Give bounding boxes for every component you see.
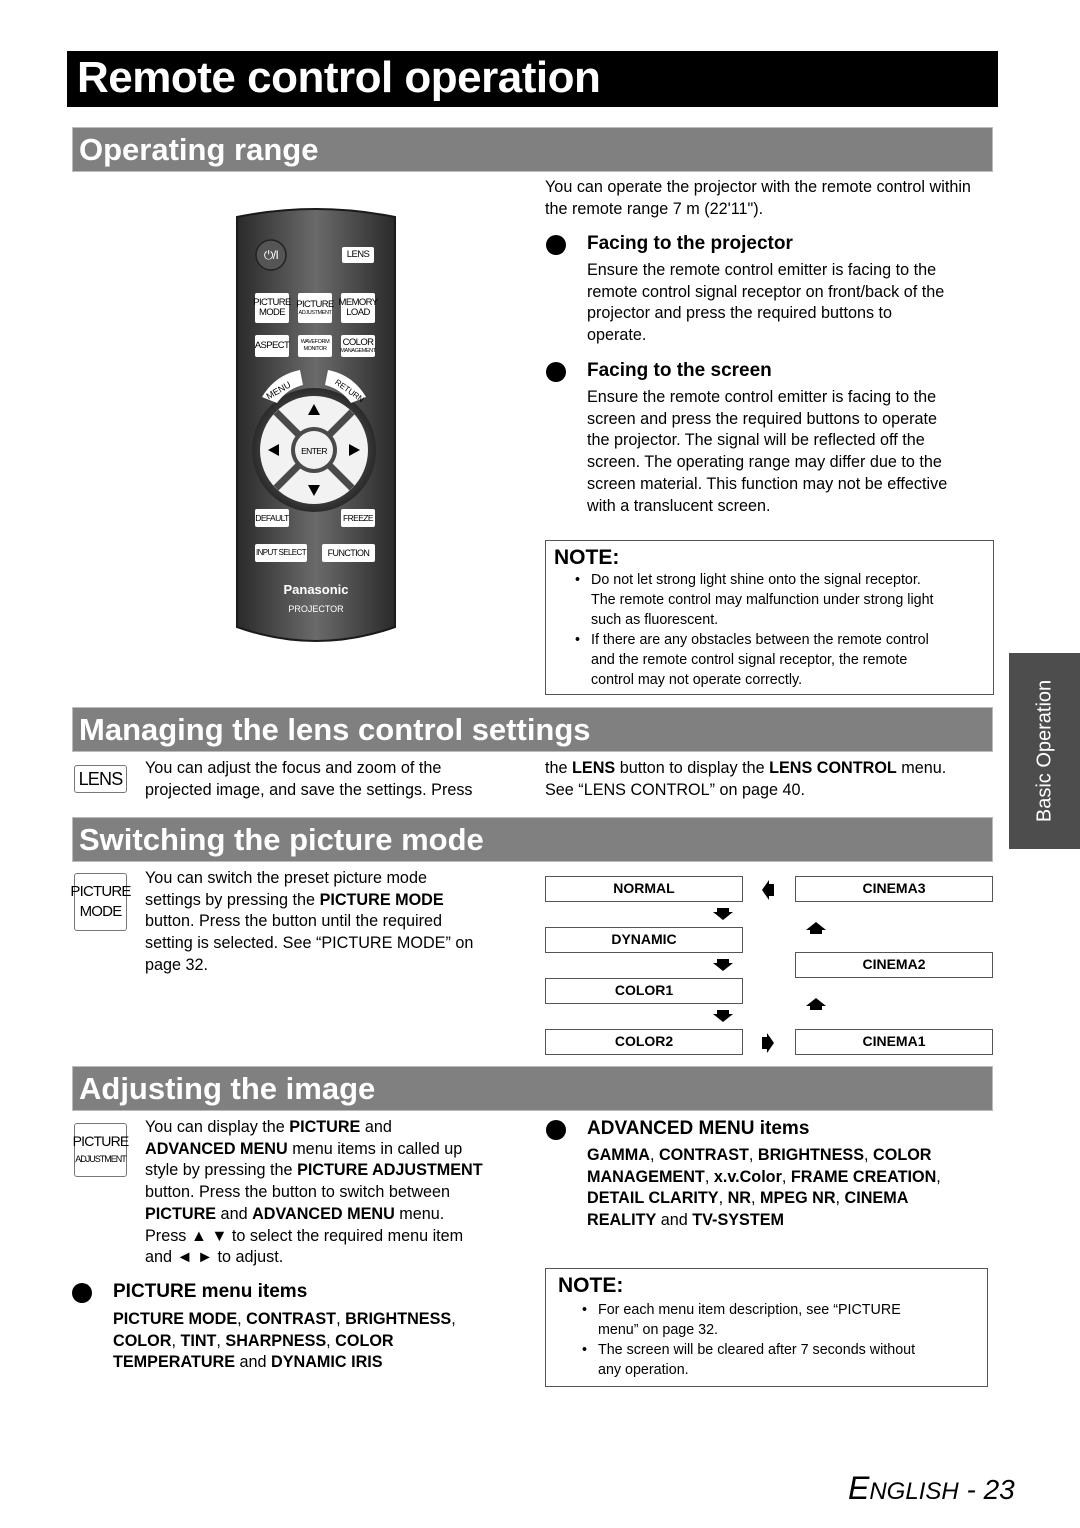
page-number: 23 [983,1474,1015,1505]
section-header-adjusting-image: Adjusting the image [72,1066,993,1111]
bullet-icon [546,235,566,255]
operating-range-intro: You can operate the projector with the r… [545,178,971,218]
remote-memory-load-button: MEMORY LOAD [339,293,378,323]
picture-menu-items: PICTURE MODE, CONTRAST, BRIGHTNESS, COLO… [113,1310,456,1372]
adjusting-text: You can display the PICTURE and ADVANCED… [145,1118,483,1267]
bullet-icon [72,1283,92,1303]
arrow-down-icon [713,1010,733,1022]
remote-picture-mode-button: PICTURE MODE [253,293,291,323]
arrow-left-icon [762,880,774,900]
lens-text-right: the LENS button to display the LENS CONT… [545,759,947,799]
bullet-heading-facing-projector: Facing to the projector [587,233,793,254]
note-item: • For each menu item description, see “P… [582,1302,901,1338]
mode-box-cinema3: CINEMA3 [795,876,993,902]
remote-control-illustration: MENU RETURN ENTER ⏻/I LENS PICTURE MODE P… [235,207,397,647]
note-title: NOTE: [558,1274,624,1297]
bullet-body-facing-projector: Ensure the remote control emitter is fac… [587,261,945,345]
remote-enter-label: ENTER [301,446,327,456]
section-header-operating-range: Operating range [72,127,993,172]
picture-mode-text: You can switch the preset picture mode s… [145,869,474,974]
side-tab-basic-operation: Basic Operation [1009,653,1080,849]
remote-power-button: ⏻/I [263,248,279,262]
arrow-down-icon [713,959,733,971]
remote-lens-button: LENS [342,247,374,263]
bullet-heading-advanced-menu: ADVANCED MENU items [587,1118,810,1139]
remote-model-label: PROJECTOR [288,604,344,614]
footer-language: ENGLISH [848,1470,959,1506]
remote-input-select-button: INPUT SELECT [255,544,307,562]
mode-box-color1: COLOR1 [545,978,743,1004]
remote-color-management-button: COLOR MANAGEMENT [340,335,376,357]
bullet-icon [546,362,566,382]
page-footer: ENGLISH - 23 [848,1470,1015,1506]
picture-adjustment-key-icon: PICTURE ADJUSTMENT [73,1123,129,1177]
bullet-body-facing-screen: Ensure the remote control emitter is fac… [587,388,948,515]
mode-box-normal: NORMAL [545,876,743,902]
remote-function-button: FUNCTION [322,544,375,562]
remote-aspect-button: ASPECT [255,335,290,357]
note-list: • Do not let strong light shine onto the… [575,570,991,690]
bullet-icon [546,1120,566,1140]
remote-default-button: DEFAULT [255,509,289,527]
side-tab-label: Basic Operation [1033,679,1055,823]
note-box-adjusting: NOTE: • For each menu item description, … [545,1268,988,1387]
section-header-lens-control: Managing the lens control settings [72,707,993,752]
advanced-menu-items: GAMMA, CONTRAST, BRIGHTNESS, COLOR MANAG… [587,1146,941,1230]
section-header-picture-mode: Switching the picture mode [72,817,993,862]
bullet-heading-facing-screen: Facing to the screen [587,360,772,381]
lens-key-icon: LENS [74,765,127,793]
picture-mode-key-icon: PICTURE MODE [70,873,131,931]
remote-brand-logo: Panasonic [283,582,349,597]
bullet-heading-picture-menu: PICTURE menu items [113,1281,308,1302]
arrow-up-icon [806,922,826,934]
note-item: • The screen will be cleared after 7 sec… [582,1342,916,1378]
mode-box-cinema1: CINEMA1 [795,1029,993,1055]
remote-picture-adjustment-button: PICTURE ADJUSTMENT [296,293,334,323]
page-title: Remote control operation [67,51,998,107]
mode-box-dynamic: DYNAMIC [545,927,743,953]
note-box-operating-range: NOTE: • Do not let strong light shine on… [545,540,994,695]
arrow-up-icon [806,998,826,1010]
note-item: • If there are any obstacles between the… [575,632,929,688]
note-item: • Do not let strong light shine onto the… [575,572,934,628]
arrow-right-icon [762,1033,774,1053]
remote-body: MENU RETURN ENTER [236,208,396,642]
remote-waveform-monitor-button: WAVEFORM MONITOR [298,335,332,357]
lens-text-left: You can adjust the focus and zoom of the… [145,759,473,799]
remote-freeze-button: FREEZE [341,509,375,527]
mode-box-cinema2: CINEMA2 [795,952,993,978]
note-title: NOTE: [554,546,620,569]
note-list: • For each menu item description, see “P… [582,1300,983,1380]
mode-box-color2: COLOR2 [545,1029,743,1055]
arrow-down-icon [713,908,733,920]
